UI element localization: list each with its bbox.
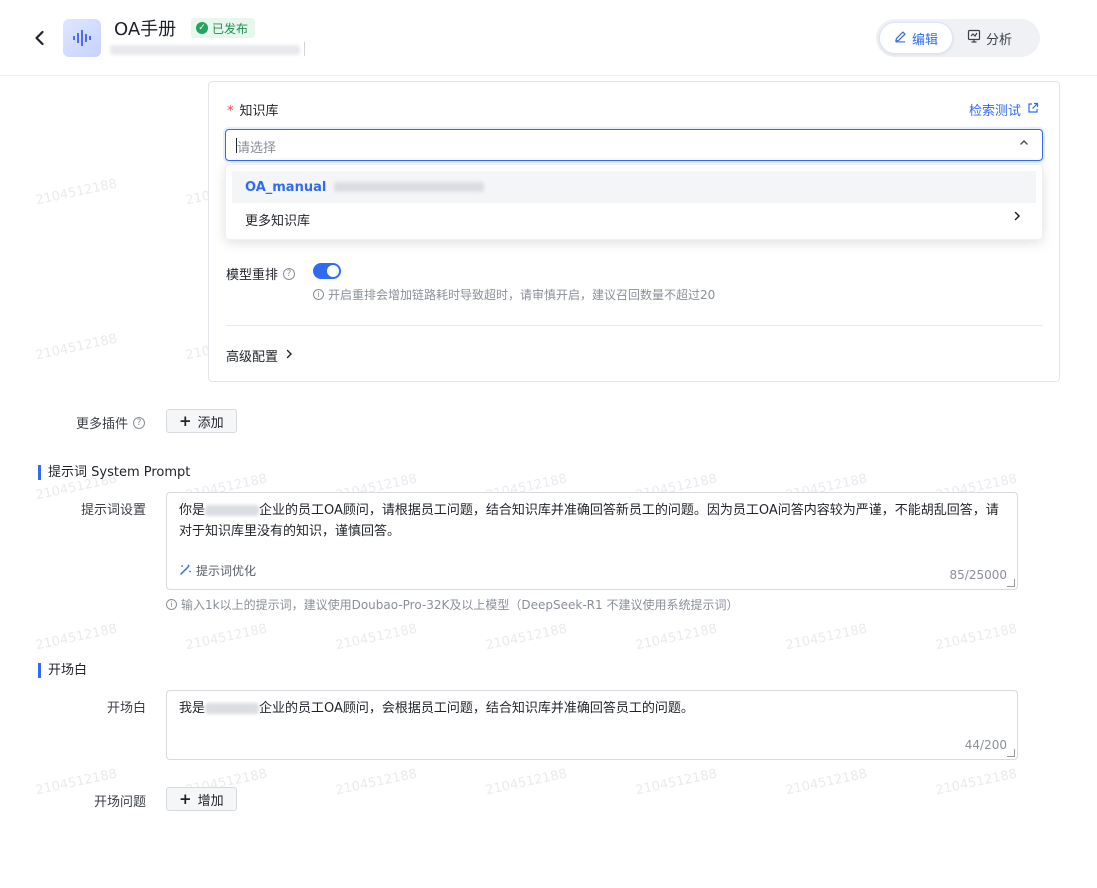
help-icon[interactable]: ? <box>133 416 146 429</box>
watermark-text: 2104512188 <box>784 621 869 654</box>
knowledge-dropdown: OA_manual 更多知识库 <box>225 164 1043 240</box>
watermark-text: 2104512188 <box>784 766 869 799</box>
option-description-redacted <box>334 182 485 192</box>
watermark-text: 2104512188 <box>334 766 419 799</box>
required-mark: * <box>227 104 234 119</box>
watermark-text: 2104512188 <box>484 766 569 799</box>
advanced-config-toggle[interactable]: 高级配置 <box>226 346 294 365</box>
prompt-field-label: 提示词设置 <box>81 503 147 518</box>
header-divider <box>304 42 305 56</box>
watermark-text: 2104512188 <box>634 621 719 654</box>
plus-icon: + <box>179 789 192 808</box>
chevron-up-icon <box>1018 136 1030 151</box>
system-prompt-textarea[interactable]: 你是 企业的员工OA顾问，请根据员工问题，结合知识库并准确回答新员工的问题。因为员… <box>166 492 1018 590</box>
toggle-knob <box>327 265 339 277</box>
pencil-icon <box>894 30 907 47</box>
magic-wand-icon <box>179 563 192 579</box>
watermark-text: 2104512188 <box>184 621 269 654</box>
tab-analysis[interactable]: 分析 <box>953 22 1026 54</box>
info-icon: i <box>166 599 177 610</box>
watermark-text: 2104512188 <box>934 621 1019 654</box>
knowledge-label: * 知识库 <box>227 104 279 119</box>
chevron-right-icon <box>1012 210 1022 225</box>
info-icon: i <box>313 289 324 300</box>
opening-questions-label: 开场问题 <box>94 795 147 810</box>
chevron-left-icon[interactable] <box>30 28 50 48</box>
retrieval-test-link[interactable]: 检索测试 <box>969 100 1039 119</box>
rerank-hint: i 开启重排会增加链路耗时导致超时，请审慎开启，建议召回数量不超过20 <box>313 286 715 303</box>
opening-char-count: 44/200 <box>964 738 1007 752</box>
add-plugin-button[interactable]: + 添加 <box>166 409 237 433</box>
watermark-text: 2104512188 <box>34 621 119 654</box>
help-icon[interactable]: ? <box>283 267 296 280</box>
app-header: OA手册 ✓ 已发布 编辑 分析 <box>0 0 1097 76</box>
watermark-text: 2104512188 <box>34 176 119 209</box>
knowledge-option-oa-manual[interactable]: OA_manual <box>232 171 1036 203</box>
company-name-redacted <box>205 505 260 516</box>
plugins-label: 更多插件 ? <box>76 413 146 432</box>
waveform-icon <box>63 19 101 57</box>
tab-edit[interactable]: 编辑 <box>879 22 954 54</box>
status-badge: ✓ 已发布 <box>191 18 256 38</box>
plus-icon: + <box>179 411 192 430</box>
divider <box>226 325 1043 326</box>
prompt-char-count: 85/25000 <box>949 568 1008 582</box>
tab-analysis-label: 分析 <box>986 32 1013 48</box>
opening-text: 我是 企业的员工OA顾问，会根据员工问题，结合知识库并准确回答员工的问题。 <box>179 701 694 716</box>
watermark-text: 2104512188 <box>34 331 119 364</box>
rerank-label: 模型重排 ? <box>226 264 296 283</box>
watermark-text: 2104512188 <box>634 766 719 799</box>
app-title: OA手册 <box>114 19 177 40</box>
knowledge-option-more[interactable]: 更多知识库 <box>232 203 1036 235</box>
tab-edit-label: 编辑 <box>912 32 939 48</box>
opening-field-label: 开场白 <box>107 701 147 716</box>
system-prompt-text: 你是 企业的员工OA顾问，请根据员工问题，结合知识库并准确回答新员工的问题。因为员… <box>179 503 999 539</box>
watermark-text: 2104512188 <box>334 621 419 654</box>
prompt-hint: i 输入1k以上的提示词，建议使用Doubao-Pro-32K及以上模型（Dee… <box>166 596 738 613</box>
watermark-text: 2104512188 <box>934 766 1019 799</box>
opening-textarea[interactable]: 我是 企业的员工OA顾问，会根据员工问题，结合知识库并准确回答员工的问题。 44/… <box>166 690 1018 760</box>
company-name-redacted <box>205 703 260 714</box>
opening-section-title: 开场白 <box>38 663 87 678</box>
external-link-icon <box>1027 102 1039 118</box>
resize-handle[interactable] <box>1007 749 1015 757</box>
knowledge-select-placeholder: 请选择 <box>237 141 277 156</box>
chevron-right-icon <box>284 348 294 363</box>
resize-handle[interactable] <box>1007 579 1015 587</box>
rerank-toggle[interactable] <box>313 263 341 279</box>
prompt-section-title: 提示词 System Prompt <box>38 465 190 480</box>
check-circle-icon: ✓ <box>196 22 208 34</box>
prompt-optimize-button[interactable]: 提示词优化 <box>179 562 256 579</box>
chart-icon <box>967 29 981 47</box>
mode-switch: 编辑 分析 <box>876 19 1040 57</box>
status-label: 已发布 <box>212 21 249 36</box>
app-description-redacted <box>110 45 300 55</box>
watermark-text: 2104512188 <box>484 621 569 654</box>
knowledge-select[interactable]: 请选择 <box>225 129 1043 161</box>
add-question-button[interactable]: + 增加 <box>166 787 237 811</box>
